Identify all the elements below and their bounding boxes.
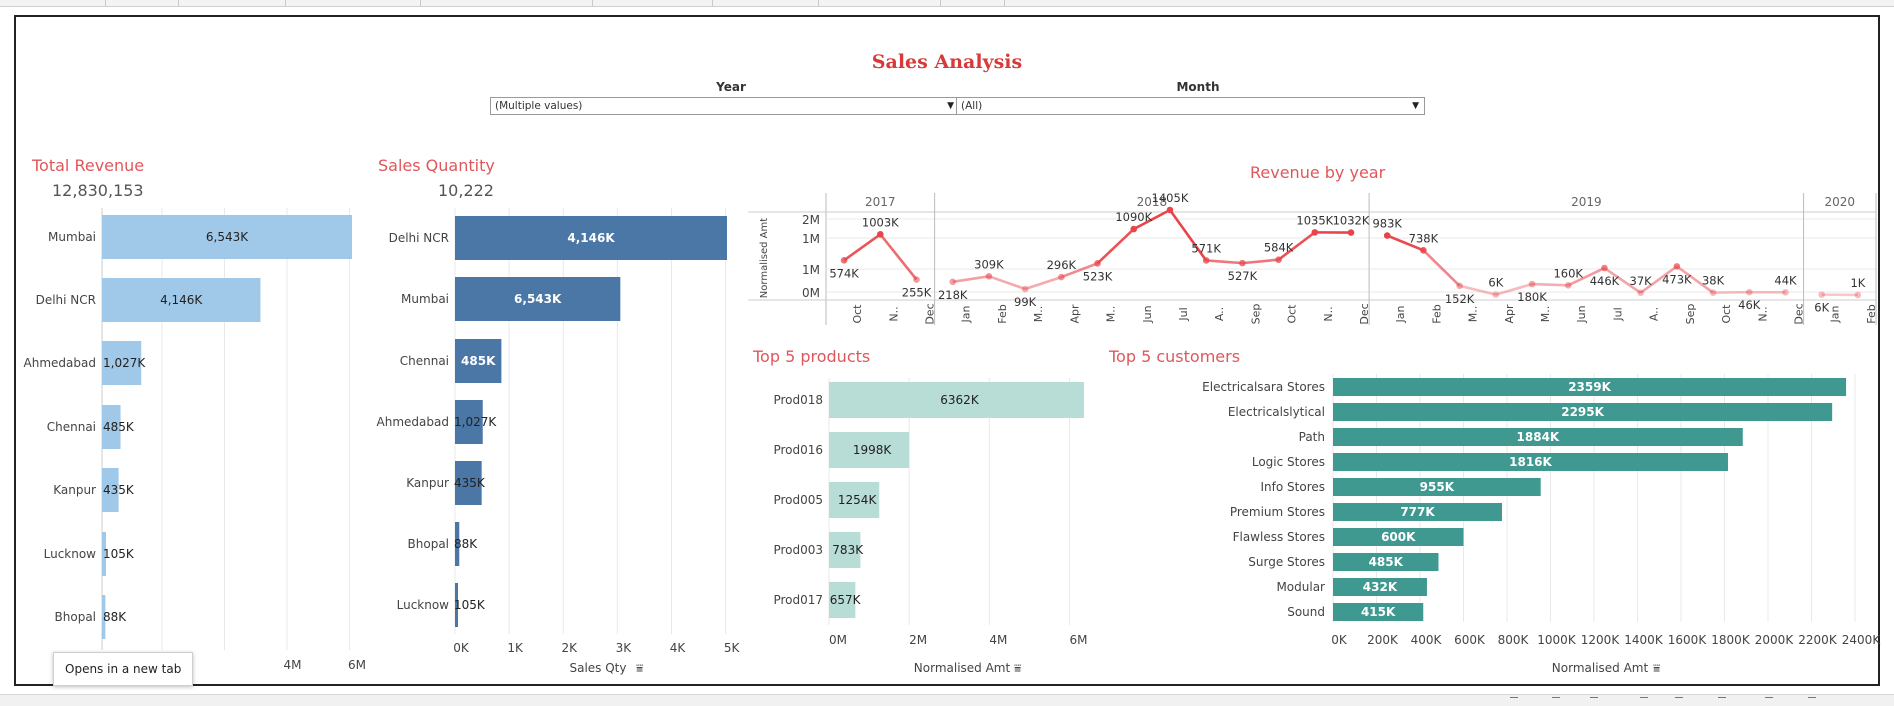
total-revenue-kpi: 12,830,153 [52, 181, 144, 200]
share-icon[interactable] [1718, 697, 1726, 704]
download-icon[interactable] [1808, 697, 1816, 704]
strip-divider [592, 0, 593, 6]
chevron-down-icon: ▼ [947, 98, 954, 114]
top-toolbar-strip [0, 0, 1894, 7]
refresh-icon[interactable] [1640, 697, 1648, 704]
strip-divider [712, 0, 713, 6]
strip-divider [105, 0, 106, 6]
revert-icon[interactable] [1590, 697, 1598, 704]
strip-divider [178, 0, 179, 6]
strip-divider [1004, 0, 1005, 6]
fullscreen-icon[interactable] [1765, 697, 1773, 704]
month-filter-label: Month [1123, 80, 1273, 94]
dashboard-title: Sales Analysis [16, 51, 1878, 73]
strip-divider [285, 0, 286, 6]
sales-quantity-kpi: 10,222 [438, 181, 494, 200]
undo-icon[interactable] [1510, 697, 1518, 704]
dashboard-frame: Sales Analysis Year (Multiple values) ▼ … [14, 15, 1880, 686]
month-filter-value: (All) [961, 100, 982, 112]
pause-icon[interactable] [1675, 697, 1683, 704]
new-tab-tooltip: Opens in a new tab [53, 652, 193, 686]
chevron-down-icon: ▼ [1412, 98, 1419, 114]
sales-quantity-title: Sales Quantity [378, 156, 495, 175]
year-filter-value: (Multiple values) [495, 100, 582, 112]
year-filter-label: Year [656, 80, 806, 94]
strip-divider [420, 0, 421, 6]
top-products-title: Top 5 products [753, 347, 870, 366]
total-revenue-title: Total Revenue [32, 156, 144, 175]
strip-divider [940, 0, 941, 6]
revenue-by-year-title: Revenue by year [1250, 163, 1385, 182]
bottom-toolbar-strip [0, 694, 1894, 706]
month-filter-dropdown[interactable]: (All) ▼ [956, 97, 1425, 115]
year-filter-dropdown[interactable]: (Multiple values) ▼ [490, 97, 960, 115]
redo-icon[interactable] [1552, 697, 1560, 704]
top-customers-title: Top 5 customers [1109, 347, 1240, 366]
strip-divider [818, 0, 819, 6]
